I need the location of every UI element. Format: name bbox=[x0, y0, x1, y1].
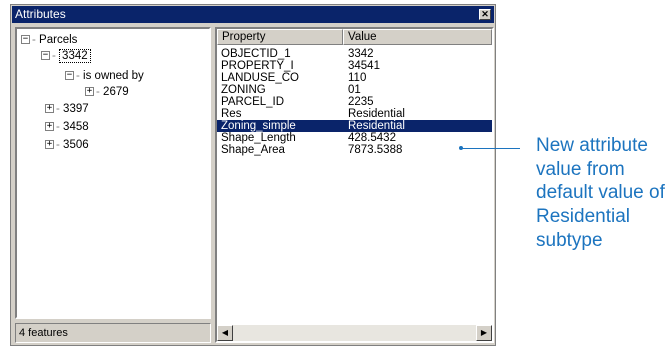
column-header-value[interactable]: Value bbox=[343, 29, 492, 45]
value-cell: 01 bbox=[348, 84, 361, 96]
scroll-right-icon[interactable]: ▶ bbox=[476, 325, 492, 341]
property-cell: Shape_Area bbox=[221, 144, 285, 156]
property-cell: Zoning_simple bbox=[221, 120, 296, 132]
tree-node-3458[interactable]: + - 3458 bbox=[45, 120, 89, 134]
table-row-selected[interactable]: Zoning_simple Residential bbox=[217, 120, 492, 132]
attributes-window: Attributes ✕ − - Parcels − - 3342 − - is ow… bbox=[10, 4, 496, 346]
window-titlebar[interactable]: Attributes ✕ bbox=[12, 6, 494, 23]
value-cell: Residential bbox=[348, 108, 405, 120]
property-cell: ZONING bbox=[221, 84, 266, 96]
close-icon[interactable]: ✕ bbox=[479, 9, 491, 20]
property-cell: OBJECTID_1 bbox=[221, 48, 291, 60]
value-cell: Residential bbox=[348, 120, 405, 132]
property-cell: Res bbox=[221, 108, 242, 120]
tree-node-label: is owned by bbox=[83, 70, 144, 82]
collapse-icon[interactable]: − bbox=[21, 35, 30, 45]
tree-node-label: 3342 bbox=[59, 49, 91, 63]
table-row[interactable]: Shape_Length 428.5432 bbox=[217, 132, 492, 144]
expand-icon[interactable]: + bbox=[85, 87, 94, 97]
value-cell: 110 bbox=[348, 72, 367, 84]
expand-icon[interactable]: + bbox=[45, 122, 54, 132]
tree-node-label: 3506 bbox=[63, 139, 89, 151]
value-cell: 3342 bbox=[348, 48, 374, 60]
callout-annotation: New attribute value from default value o… bbox=[536, 135, 665, 251]
callout-leader-line bbox=[462, 148, 520, 149]
tree-node-3397[interactable]: + - 3397 bbox=[45, 102, 89, 116]
table-row[interactable]: PROPERTY_I 34541 bbox=[217, 60, 492, 72]
status-bar: 4 features bbox=[15, 323, 211, 343]
tree-node-parcels[interactable]: − - Parcels bbox=[21, 33, 77, 47]
table-row[interactable]: PARCEL_ID 2235 bbox=[217, 96, 492, 108]
tree-node-2679[interactable]: + - 2679 bbox=[85, 85, 129, 99]
value-cell: 34541 bbox=[348, 60, 380, 72]
property-cell: Shape_Length bbox=[221, 132, 296, 144]
tree-node-label: 2679 bbox=[103, 86, 129, 98]
property-cell: PROPERTY_I bbox=[221, 60, 294, 72]
tree-node-label: 3397 bbox=[63, 103, 89, 115]
table-row[interactable]: OBJECTID_1 3342 bbox=[217, 48, 492, 60]
collapse-icon[interactable]: − bbox=[65, 71, 74, 81]
collapse-icon[interactable]: − bbox=[41, 51, 50, 61]
tree-node-3506[interactable]: + - 3506 bbox=[45, 138, 89, 152]
property-cell: LANDUSE_CO bbox=[221, 72, 299, 84]
column-header-property[interactable]: Property bbox=[217, 29, 343, 45]
feature-tree: − - Parcels − - 3342 − - is owned by + - 267… bbox=[15, 27, 211, 319]
value-cell: 428.5432 bbox=[348, 132, 396, 144]
attribute-grid: Property Value OBJECTID_1 3342 PROPERTY_… bbox=[215, 27, 494, 343]
tree-node-3342[interactable]: − - 3342 bbox=[41, 49, 91, 63]
scroll-left-icon[interactable]: ◀ bbox=[217, 325, 233, 341]
expand-icon[interactable]: + bbox=[45, 140, 54, 150]
tree-node-label: Parcels bbox=[39, 34, 78, 46]
tree-node-label: 3458 bbox=[63, 121, 89, 133]
tree-node-is-owned-by[interactable]: − - is owned by bbox=[65, 69, 144, 83]
property-cell: PARCEL_ID bbox=[221, 96, 285, 108]
horizontal-scrollbar[interactable]: ◀ ▶ bbox=[217, 325, 492, 341]
table-row[interactable]: ZONING 01 bbox=[217, 84, 492, 96]
value-cell: 2235 bbox=[348, 96, 374, 108]
table-row[interactable]: LANDUSE_CO 110 bbox=[217, 72, 492, 84]
table-row[interactable]: Shape_Area 7873.5388 bbox=[217, 144, 492, 156]
expand-icon[interactable]: + bbox=[45, 104, 54, 114]
window-title: Attributes bbox=[15, 7, 66, 21]
value-cell: 7873.5388 bbox=[348, 144, 403, 156]
table-row[interactable]: Res Residential bbox=[217, 108, 492, 120]
